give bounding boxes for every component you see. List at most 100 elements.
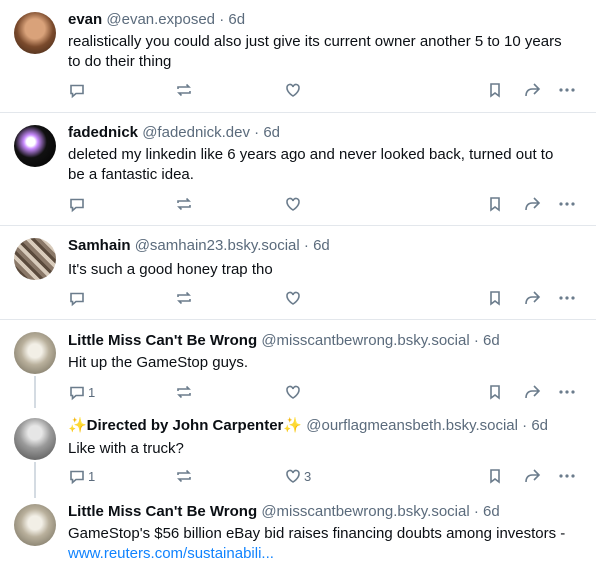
reply-button[interactable]: 1 bbox=[68, 382, 95, 402]
author-name[interactable]: fadednick bbox=[68, 124, 138, 141]
author-handle[interactable]: @misscantbewrong.bsky.social bbox=[261, 332, 469, 349]
repost-button[interactable] bbox=[175, 382, 193, 402]
reply-button[interactable] bbox=[68, 194, 88, 214]
separator: · bbox=[522, 417, 528, 434]
post-age[interactable]: 6d bbox=[228, 11, 245, 28]
bookmark-button[interactable] bbox=[486, 382, 504, 402]
post-text: realistically you could also just give i… bbox=[68, 33, 562, 70]
more-icon bbox=[559, 474, 575, 478]
post[interactable]: ✨Directed by John Carpenter✨ @ourflagmea… bbox=[0, 406, 596, 494]
bookmark-button[interactable] bbox=[486, 466, 504, 486]
avatar[interactable] bbox=[14, 238, 56, 280]
more-button[interactable] bbox=[558, 80, 576, 100]
post-actions: 1 3 bbox=[68, 466, 588, 486]
avatar[interactable] bbox=[14, 12, 56, 54]
bookmark-button[interactable] bbox=[486, 194, 504, 214]
post-header: Samhain @samhain23.bsky.social · 6d bbox=[68, 236, 330, 256]
like-button[interactable] bbox=[284, 194, 304, 214]
share-button[interactable] bbox=[523, 382, 541, 402]
reply-button[interactable] bbox=[68, 80, 88, 100]
avatar[interactable] bbox=[14, 418, 56, 460]
avatar[interactable] bbox=[14, 504, 56, 546]
repost-button[interactable] bbox=[175, 466, 193, 486]
separator: · bbox=[219, 11, 225, 28]
more-icon bbox=[559, 202, 575, 206]
author-handle[interactable]: @ourflagmeansbeth.bsky.social bbox=[306, 417, 518, 434]
share-button[interactable] bbox=[523, 80, 541, 100]
repost-button[interactable] bbox=[175, 194, 193, 214]
like-button[interactable] bbox=[284, 80, 304, 100]
bookmark-button[interactable] bbox=[486, 80, 504, 100]
heart-icon bbox=[286, 385, 300, 399]
reply-button[interactable] bbox=[68, 288, 88, 308]
repost-button[interactable] bbox=[175, 288, 193, 308]
reply-icon bbox=[70, 198, 84, 213]
repost-icon bbox=[177, 291, 191, 305]
more-icon bbox=[559, 390, 575, 394]
author-handle[interactable]: @evan.exposed bbox=[106, 11, 215, 28]
share-button[interactable] bbox=[523, 194, 541, 214]
share-icon bbox=[525, 83, 541, 97]
post[interactable]: fadednick @fadednick.dev · 6d deleted my… bbox=[0, 113, 596, 226]
reply-icon bbox=[70, 386, 84, 401]
author-name[interactable]: ✨Directed by John Carpenter✨ bbox=[68, 417, 302, 434]
reply-count: 1 bbox=[88, 384, 96, 400]
repost-icon bbox=[177, 83, 191, 97]
post-age[interactable]: 6d bbox=[313, 237, 330, 254]
repost-icon bbox=[177, 469, 191, 483]
heart-icon bbox=[286, 83, 300, 97]
bookmark-icon bbox=[490, 385, 500, 400]
post-actions bbox=[68, 194, 588, 214]
separator: · bbox=[473, 503, 479, 520]
post-text: Like with a truck? bbox=[68, 440, 184, 457]
repost-icon bbox=[177, 197, 191, 211]
post-age[interactable]: 6d bbox=[483, 503, 500, 520]
author-name[interactable]: Little Miss Can't Be Wrong bbox=[68, 332, 257, 349]
post-header: evan @evan.exposed · 6d bbox=[68, 10, 245, 30]
share-icon bbox=[525, 385, 541, 399]
reply-icon bbox=[70, 84, 84, 99]
article-link[interactable]: www.reuters.com/sustainabili... bbox=[68, 545, 274, 562]
more-icon bbox=[559, 88, 575, 92]
author-handle[interactable]: @fadednick.dev bbox=[142, 124, 250, 141]
reply-icon bbox=[70, 292, 84, 307]
post-age[interactable]: 6d bbox=[263, 124, 280, 141]
author-name[interactable]: Little Miss Can't Be Wrong bbox=[68, 503, 257, 520]
post-text: GameStop's $56 billion eBay bid raises f… bbox=[68, 524, 568, 564]
post[interactable]: Little Miss Can't Be Wrong @misscantbewr… bbox=[0, 494, 596, 569]
bookmark-button[interactable] bbox=[486, 288, 504, 308]
more-button[interactable] bbox=[558, 194, 576, 214]
reply-button[interactable]: 1 bbox=[68, 466, 95, 486]
more-icon bbox=[559, 296, 575, 300]
like-button[interactable] bbox=[284, 288, 304, 308]
post[interactable]: Little Miss Can't Be Wrong @misscantbewr… bbox=[0, 320, 596, 406]
share-icon bbox=[525, 469, 541, 483]
more-button[interactable] bbox=[558, 466, 576, 486]
bookmark-icon bbox=[490, 83, 500, 98]
like-button[interactable]: 3 bbox=[284, 466, 311, 486]
post-actions bbox=[68, 80, 588, 100]
post-actions bbox=[68, 288, 588, 308]
post-actions: 1 bbox=[68, 382, 588, 402]
share-button[interactable] bbox=[523, 288, 541, 308]
more-button[interactable] bbox=[558, 382, 576, 402]
heart-icon bbox=[286, 469, 300, 483]
avatar[interactable] bbox=[14, 332, 56, 374]
share-button[interactable] bbox=[523, 466, 541, 486]
post-header: ✨Directed by John Carpenter✨ @ourflagmea… bbox=[68, 416, 548, 436]
author-handle[interactable]: @misscantbewrong.bsky.social bbox=[261, 503, 469, 520]
avatar[interactable] bbox=[14, 125, 56, 167]
post-feed: evan @evan.exposed · 6d realistically yo… bbox=[0, 0, 596, 569]
author-name[interactable]: evan bbox=[68, 11, 102, 28]
post-header: Little Miss Can't Be Wrong @misscantbewr… bbox=[68, 331, 500, 351]
like-button[interactable] bbox=[284, 382, 304, 402]
post-age[interactable]: 6d bbox=[483, 332, 500, 349]
post[interactable]: evan @evan.exposed · 6d realistically yo… bbox=[0, 0, 596, 113]
author-name[interactable]: Samhain bbox=[68, 237, 131, 254]
repost-button[interactable] bbox=[175, 80, 193, 100]
more-button[interactable] bbox=[558, 288, 576, 308]
author-handle[interactable]: @samhain23.bsky.social bbox=[135, 237, 300, 254]
post-age[interactable]: 6d bbox=[531, 417, 548, 434]
post[interactable]: Samhain @samhain23.bsky.social · 6d It's… bbox=[0, 226, 596, 320]
post-text: deleted my linkedin like 6 years ago and… bbox=[68, 146, 554, 183]
